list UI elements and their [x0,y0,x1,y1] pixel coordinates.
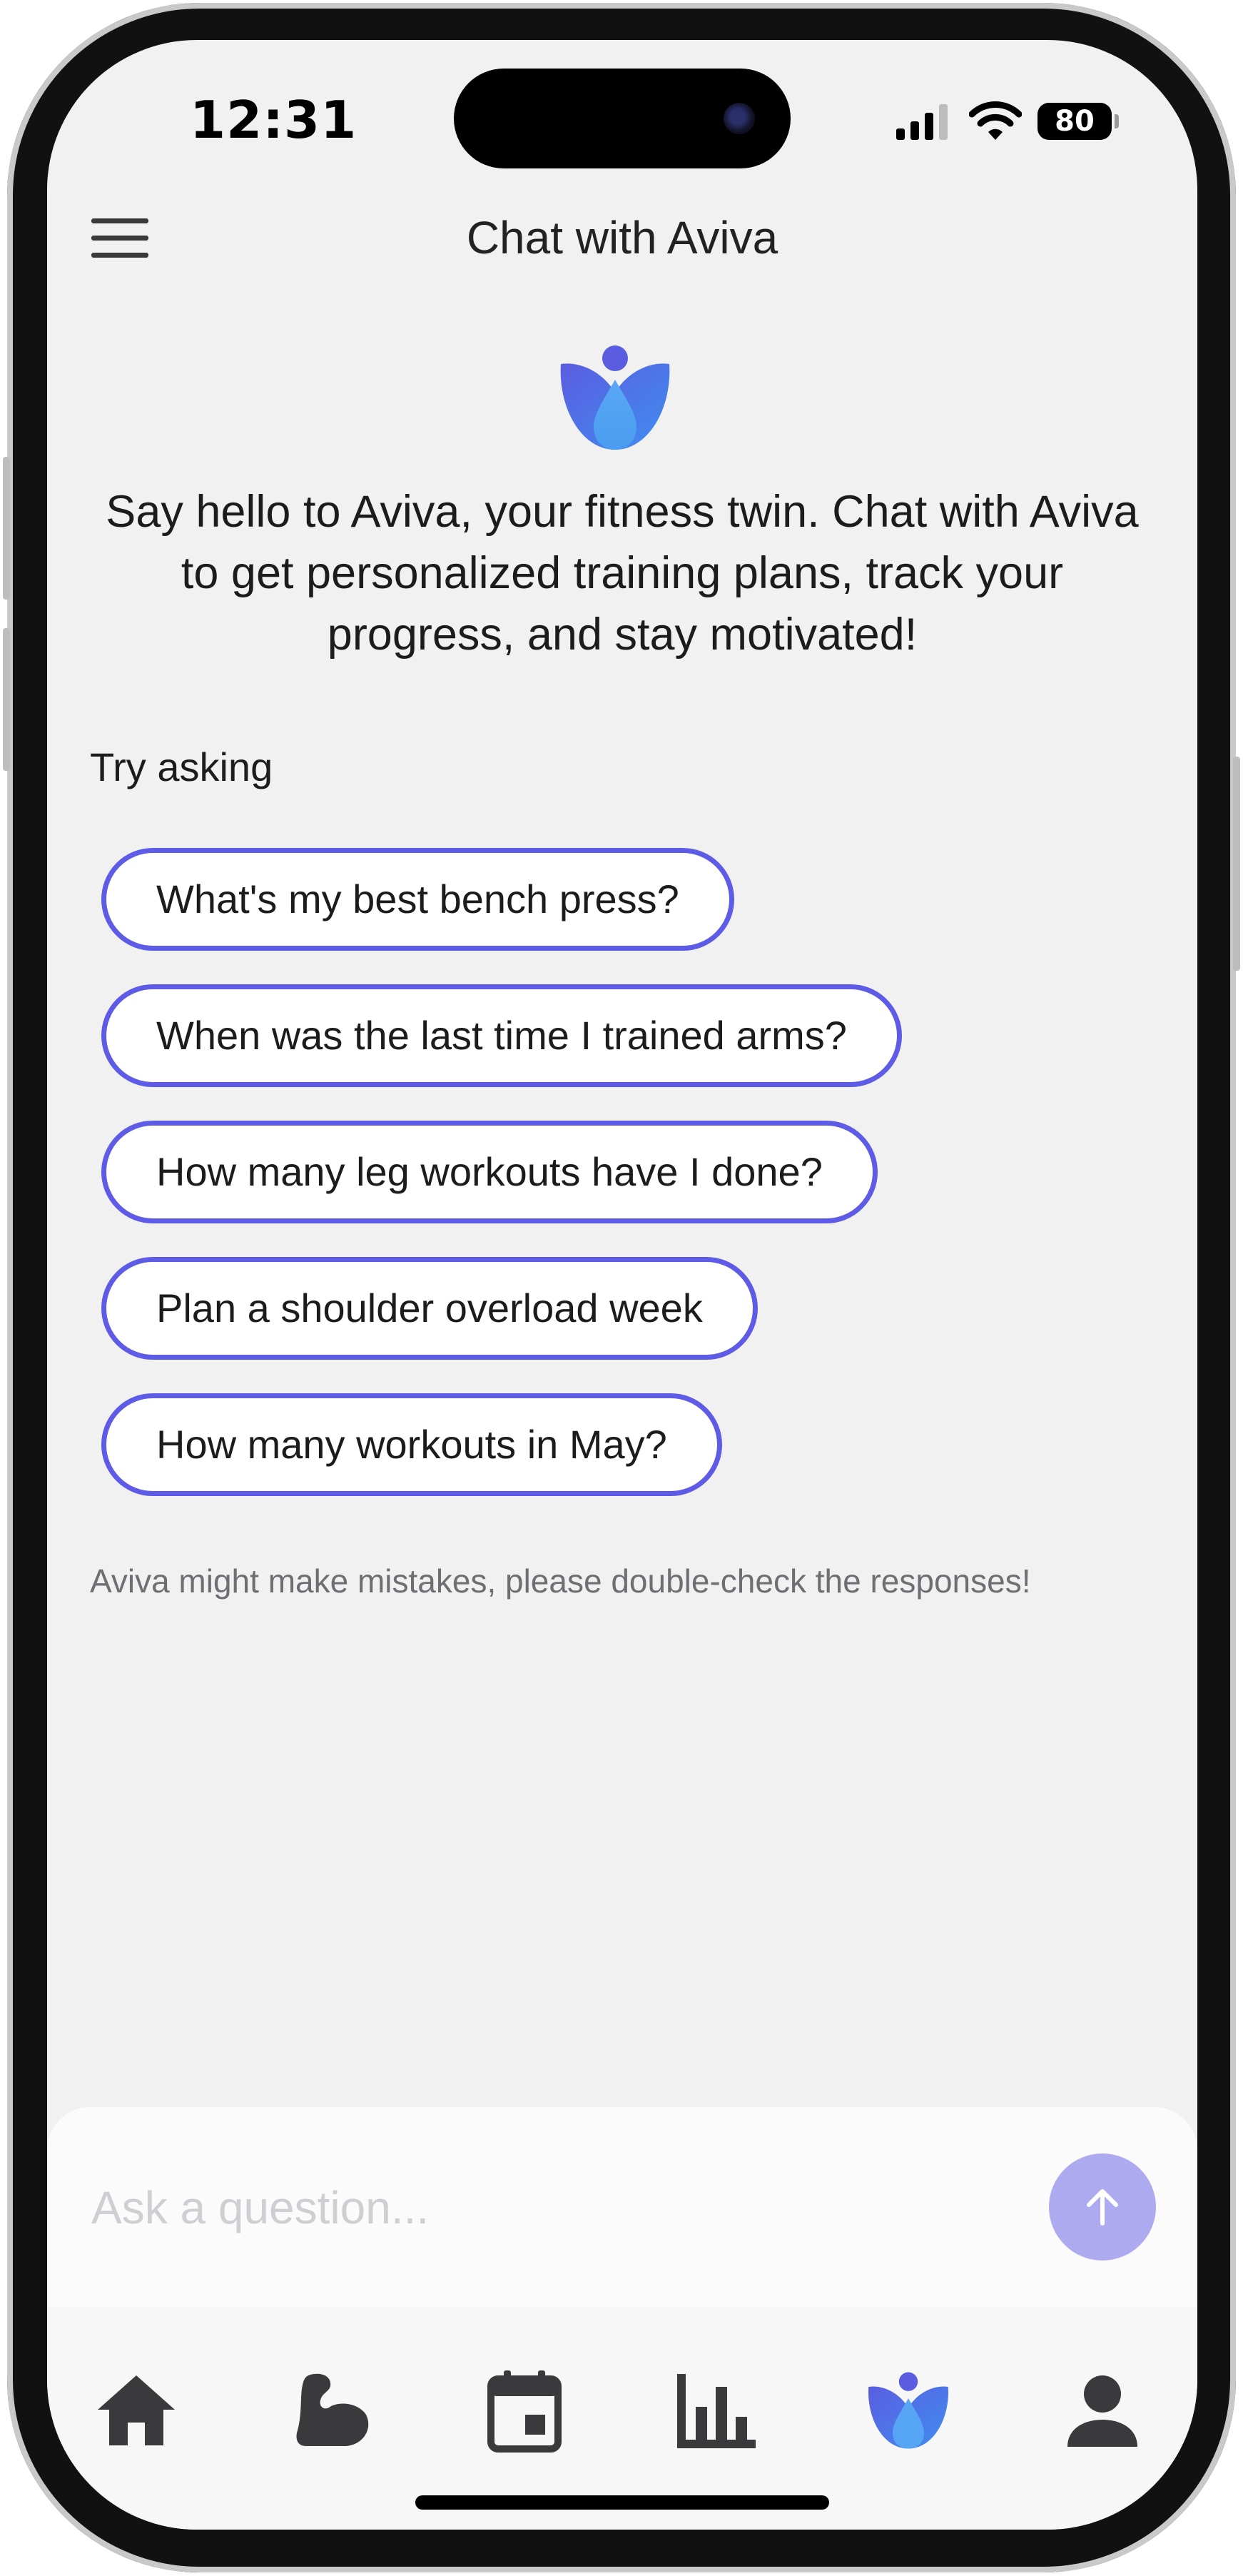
page-title: Chat with Aviva [466,212,778,263]
tab-stats[interactable] [669,2364,762,2457]
disclaimer-text: Aviva might make mistakes, please double… [90,1562,1031,1600]
app-screen: 12:31 80 Chat with Aviva Say hello to Av… [47,40,1197,2530]
send-button[interactable] [1049,2153,1156,2261]
suggestion-chip[interactable]: What's my best bench press? [101,848,734,951]
home-icon [98,2375,175,2445]
suggestion-chip[interactable]: When was the last time I trained arms? [101,984,902,1087]
tab-profile[interactable] [1056,2364,1149,2457]
composer [47,2107,1197,2307]
suggestions-heading: Try asking [90,744,273,789]
tab-workouts[interactable] [285,2364,378,2457]
aviva-logo-icon [560,345,670,450]
aviva-icon [868,2372,948,2449]
cellular-signal-icon [896,104,948,140]
home-indicator[interactable] [415,2495,829,2510]
bar-chart-icon [677,2374,756,2448]
person-icon [1067,2375,1137,2447]
suggestion-chip[interactable]: Plan a shoulder overload week [101,1257,758,1360]
bicep-icon [296,2373,369,2446]
tab-calendar[interactable] [478,2364,571,2457]
battery-icon: 80 [1037,103,1119,140]
side-button [3,628,10,771]
arrow-up-icon [1087,2189,1118,2226]
side-button [3,457,10,600]
tab-aviva[interactable] [862,2364,955,2457]
side-button [1233,757,1240,971]
calendar-icon [487,2370,562,2453]
question-input[interactable] [90,2171,1020,2244]
dynamic-island [454,69,791,168]
tab-home[interactable] [90,2364,183,2457]
intro-text: Say hello to Aviva, your fitness twin. C… [106,487,1139,660]
status-icons: 80 [896,101,1119,141]
camera-icon [724,103,755,134]
suggestion-chip[interactable]: How many leg workouts have I done? [101,1121,878,1223]
suggestion-list: What's my best bench press? When was the… [101,848,902,1530]
status-time: 12:31 [190,90,357,150]
suggestion-chip[interactable]: How many workouts in May? [101,1393,722,1496]
wifi-icon [969,101,1022,140]
